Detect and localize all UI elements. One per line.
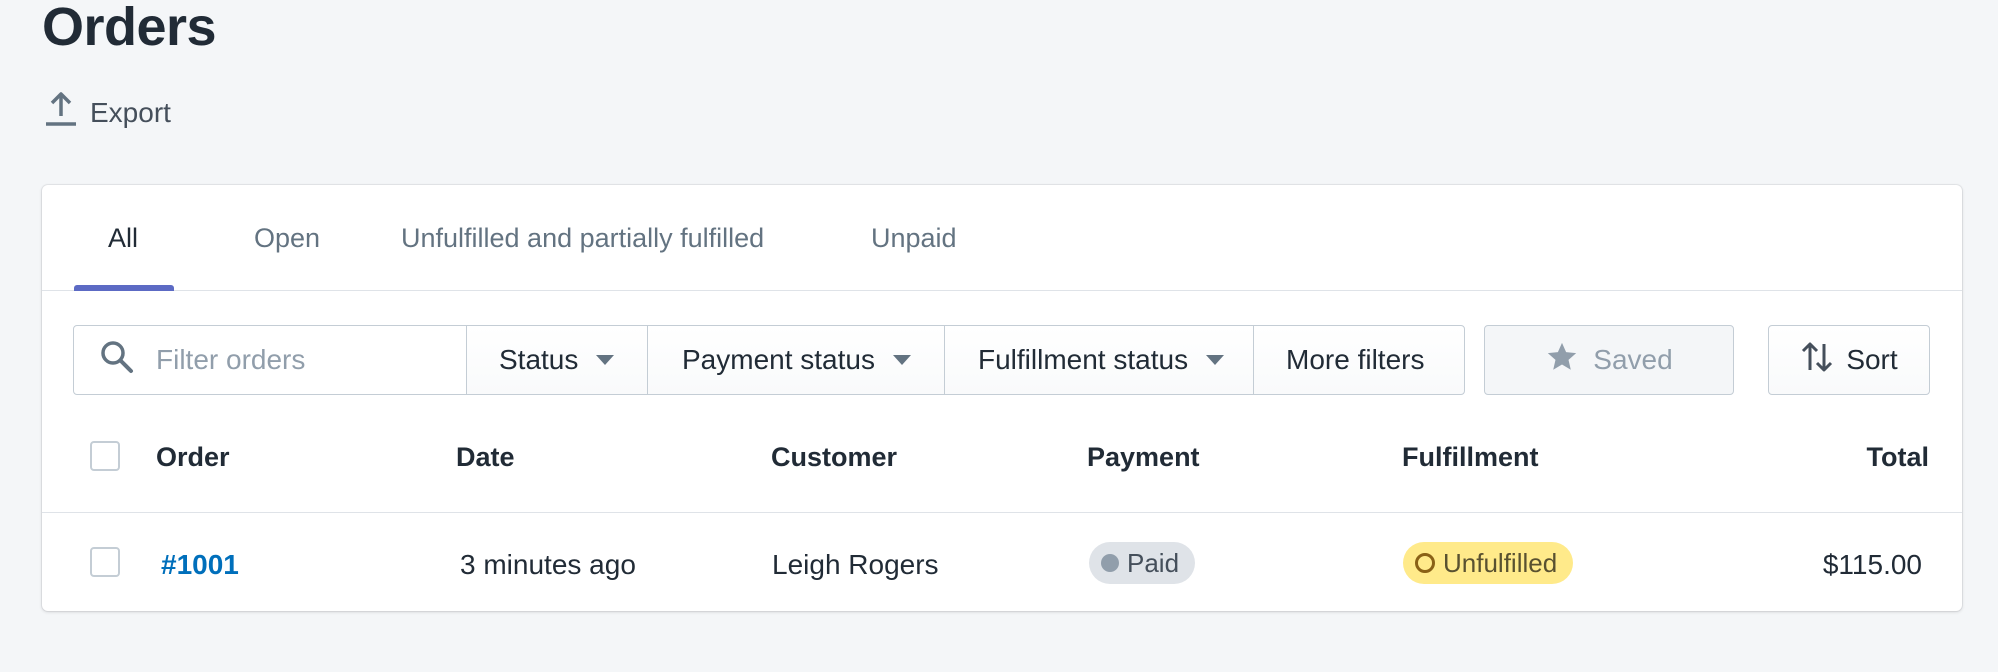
export-icon [44, 90, 78, 135]
page-title: Orders [42, 0, 217, 57]
order-date: 3 minutes ago [460, 549, 636, 580]
fulfillment-status-text: Unfulfilled [1443, 547, 1558, 578]
fulfillment-status-badge: Unfulfilled [1403, 542, 1574, 584]
caret-down-icon [892, 355, 911, 365]
row-checkbox[interactable] [90, 547, 120, 577]
sort-arrows-icon [1800, 340, 1834, 381]
orders-card: All Open Unfulfilled and partially fulfi… [42, 185, 1962, 611]
fulfillment-status-filter-button[interactable]: Fulfillment status [944, 325, 1254, 395]
more-filters-button[interactable]: More filters [1253, 325, 1465, 395]
caret-down-icon [596, 355, 615, 365]
export-label: Export [90, 96, 171, 128]
payment-status-badge: Paid [1089, 542, 1196, 584]
order-number-link[interactable]: #1001 [161, 549, 239, 581]
column-header-payment[interactable]: Payment [1087, 442, 1200, 473]
payment-status-filter-button[interactable]: Payment status [647, 325, 945, 395]
active-tab-indicator [74, 285, 174, 291]
tab-all[interactable]: All [108, 223, 138, 254]
payment-status-text: Paid [1127, 547, 1180, 578]
tab-unpaid[interactable]: Unpaid [871, 223, 957, 254]
status-dot-icon [1101, 554, 1119, 572]
saved-button[interactable]: Saved [1484, 325, 1734, 395]
sort-label: Sort [1846, 344, 1898, 375]
sort-button[interactable]: Sort [1768, 325, 1930, 395]
caret-down-icon [1206, 355, 1225, 365]
column-header-customer[interactable]: Customer [771, 442, 897, 473]
status-filter-button[interactable]: Status [466, 325, 648, 395]
tab-bar: All Open Unfulfilled and partially fulfi… [42, 185, 1962, 291]
filter-bar: Status Payment status Fulfillment status… [73, 325, 1465, 397]
column-header-fulfillment[interactable]: Fulfillment [1402, 442, 1539, 473]
search-field[interactable] [73, 325, 467, 395]
status-filter-label: Status [499, 344, 579, 375]
select-all-checkbox[interactable] [90, 441, 120, 471]
saved-label: Saved [1593, 344, 1673, 375]
payment-status-filter-label: Payment status [682, 344, 875, 375]
search-icon [100, 340, 134, 381]
tab-unfulfilled-partially[interactable]: Unfulfilled and partially fulfilled [401, 223, 764, 254]
order-total: $115.00 [1822, 549, 1922, 580]
column-header-order[interactable]: Order [156, 442, 230, 473]
more-filters-label: More filters [1286, 344, 1425, 375]
export-button[interactable]: Export [44, 90, 171, 135]
search-input[interactable] [154, 343, 418, 377]
tab-open[interactable]: Open [254, 223, 320, 254]
star-icon [1545, 340, 1579, 381]
customer-name: Leigh Rogers [772, 549, 939, 580]
fulfillment-status-filter-label: Fulfillment status [978, 344, 1189, 375]
status-ring-icon [1415, 553, 1435, 573]
column-header-total[interactable]: Total [1867, 442, 1930, 473]
column-header-date[interactable]: Date [456, 442, 515, 473]
table-divider [42, 512, 1962, 513]
